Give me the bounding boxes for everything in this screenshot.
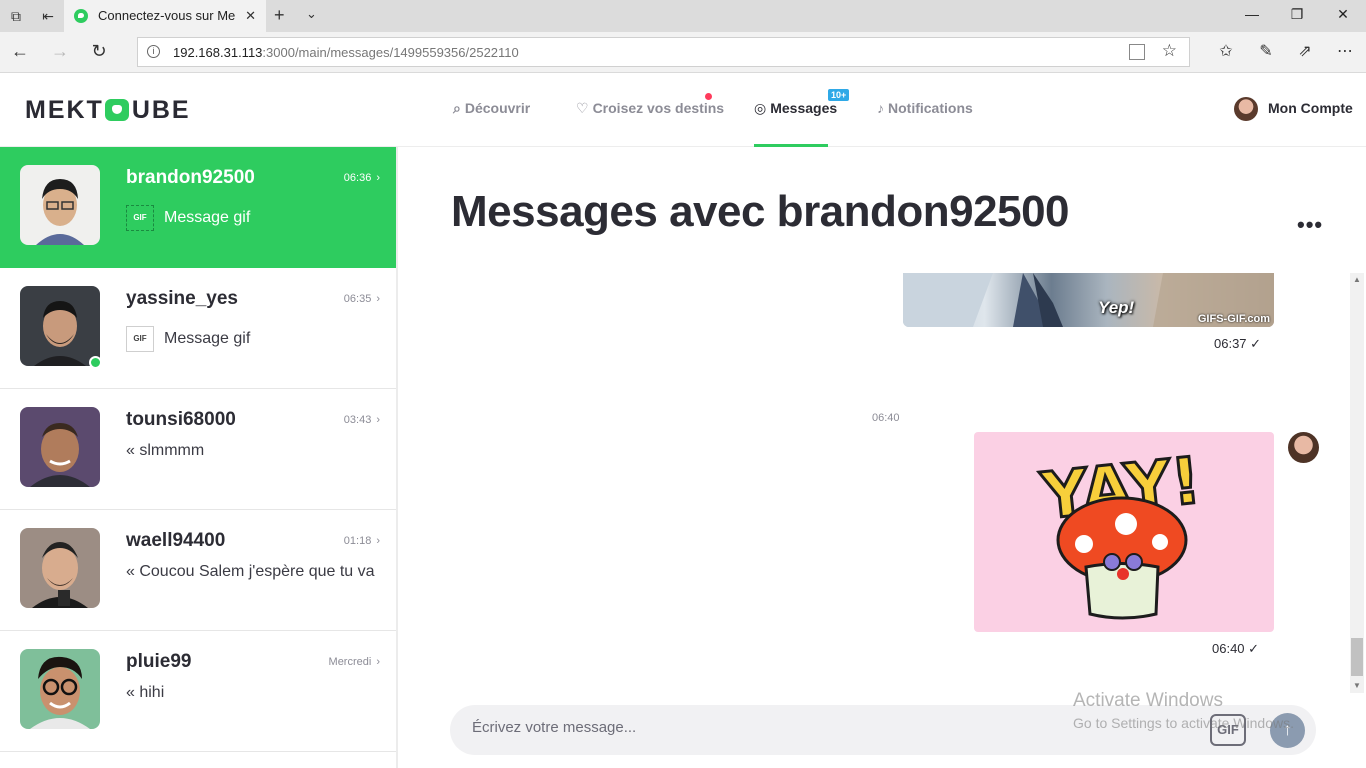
gif-watermark: GIFS-GIF.com: [1197, 313, 1270, 325]
scroll-down-icon[interactable]: ▼: [1350, 679, 1364, 693]
nav-croisez-vos-destins[interactable]: ♡ Croisez vos destins: [576, 100, 724, 117]
conversation-preview: « Coucou Salem j'espère que tu va: [126, 563, 375, 580]
bell-icon: ♪: [877, 100, 884, 116]
conversation-name: tounsi68000: [126, 409, 236, 430]
account-menu[interactable]: Mon Compte: [1268, 100, 1353, 116]
site-favicon-icon: [74, 9, 88, 23]
chevron-right-icon: ›: [376, 535, 380, 547]
close-tab-icon[interactable]: ✕: [245, 8, 256, 24]
url-field[interactable]: i 192.168.31.113:3000/main/messages/1499…: [137, 37, 1190, 67]
watermark-title: Activate Windows: [1073, 690, 1223, 711]
tab-manager-icon[interactable]: ⧉: [6, 6, 26, 26]
avatar[interactable]: [20, 165, 100, 245]
sender-avatar[interactable]: [1288, 432, 1319, 463]
time-separator: 06:40: [872, 412, 900, 424]
conversation-item[interactable]: tounsi68000 03:43 › « slmmmm: [0, 389, 396, 510]
conversation-time: 01:18 ›: [343, 535, 380, 547]
tabs-aside-icon[interactable]: ⇤: [38, 6, 58, 26]
conversation-time: Mercredi ›: [328, 656, 380, 668]
chat-icon: ◎: [754, 100, 767, 116]
account-avatar[interactable]: [1234, 97, 1258, 121]
chat-scrollbar[interactable]: ▲ ▼: [1350, 273, 1364, 693]
browser-tab[interactable]: Connectez-vous sur Me ✕: [64, 0, 266, 32]
favorite-star-icon[interactable]: ☆: [1162, 41, 1177, 61]
site-info-icon[interactable]: i: [147, 45, 160, 58]
scroll-thumb[interactable]: [1351, 638, 1363, 676]
search-icon: ⌕: [453, 100, 461, 116]
conversation-time: 06:35 ›: [343, 293, 380, 305]
message-input[interactable]: [472, 719, 1172, 736]
share-icon[interactable]: ⇗: [1295, 41, 1315, 61]
conversation-preview: « slmmmm: [126, 442, 205, 459]
conversation-preview: « hihi: [126, 684, 165, 701]
url-text[interactable]: 192.168.31.113:3000/main/messages/149955…: [173, 45, 519, 60]
window-close-icon[interactable]: ✕: [1333, 6, 1353, 23]
conversation-preview: GIF Message gif: [126, 326, 382, 352]
gif-icon: GIF: [126, 205, 154, 231]
refresh-icon[interactable]: ↻: [89, 41, 109, 62]
pen-icon[interactable]: ✎: [1256, 41, 1276, 61]
gif-icon: GIF: [126, 326, 154, 352]
conversation-item[interactable]: brandon92500 06:36 › GIF Message gif: [0, 147, 396, 268]
watermark-subtitle: Go to Settings to activate Windows.: [1073, 715, 1294, 731]
conversation-list: brandon92500 06:36 › GIF Message gif yassi…: [0, 147, 398, 768]
conversation-time: 03:43 ›: [343, 414, 380, 426]
nav-messages[interactable]: ◎ Messages: [754, 100, 837, 117]
forward-icon[interactable]: →: [50, 41, 70, 62]
gif-message[interactable]: Yep! GIFS-GIF.com: [903, 273, 1274, 327]
page-title: Messages avec brandon92500: [451, 187, 1070, 236]
online-status-dot: [89, 356, 102, 369]
minimize-icon[interactable]: —: [1242, 6, 1262, 22]
more-menu-icon[interactable]: ⋯: [1335, 41, 1355, 61]
nav-decouvrir[interactable]: ⌕ Découvrir: [453, 100, 530, 117]
app-header: MEKT UBE ⌕ Découvrir ♡ Croisez vos destins …: [0, 73, 1366, 147]
tab-list-chevron-icon[interactable]: ⌄: [306, 6, 317, 22]
conversation-name: yassine_yes: [126, 288, 238, 309]
conversation-name: waell94400: [126, 530, 226, 551]
avatar[interactable]: [20, 528, 100, 608]
messages-count-badge: 10+: [828, 89, 850, 101]
favorites-list-icon[interactable]: ✩: [1216, 41, 1236, 61]
conversation-item[interactable]: pluie99 Mercredi › « hihi: [0, 631, 396, 752]
new-tab-icon[interactable]: +: [274, 5, 285, 26]
avatar[interactable]: [20, 407, 100, 487]
message-time: 06:40 ✓: [1212, 641, 1260, 656]
chat-panel: Messages avec brandon92500 ••• Yep! GIFS…: [400, 147, 1366, 768]
chevron-right-icon: ›: [376, 414, 380, 426]
browser-address-bar: ← → ↻ i 192.168.31.113:3000/main/message…: [0, 32, 1366, 73]
chevron-right-icon: ›: [376, 293, 380, 305]
mektoube-logo[interactable]: MEKT UBE: [25, 96, 191, 125]
nav-notifications[interactable]: ♪ Notifications: [877, 100, 973, 116]
conversation-item[interactable]: yassine_yes 06:35 › GIF Message gif: [0, 268, 396, 389]
conversation-item[interactable]: waell94400 01:18 › « Coucou Salem j'espèr…: [0, 510, 396, 631]
tab-title: Connectez-vous sur Me: [98, 8, 236, 23]
chevron-right-icon: ›: [376, 656, 380, 668]
logo-heart-icon: [104, 99, 129, 121]
avatar[interactable]: [20, 649, 100, 729]
back-icon[interactable]: ←: [10, 41, 30, 62]
gif-caption: Yep!: [1098, 298, 1135, 317]
reading-view-icon[interactable]: [1129, 44, 1145, 60]
scroll-up-icon[interactable]: ▲: [1350, 273, 1364, 287]
browser-tab-bar: ⧉ ⇤ Connectez-vous sur Me ✕ + ⌄ — ❐ ✕: [0, 0, 1366, 32]
message-time: 06:37 ✓: [1214, 336, 1262, 351]
chevron-right-icon: ›: [376, 172, 380, 184]
new-activity-dot: [705, 93, 712, 100]
windows-activation-watermark: Activate Windows Go to Settings to activ…: [1073, 690, 1294, 731]
gif-message[interactable]: YAY!: [974, 432, 1274, 632]
crossed-hearts-icon: ♡: [576, 100, 589, 116]
more-options-icon[interactable]: •••: [1297, 212, 1323, 238]
restore-icon[interactable]: ❐: [1287, 6, 1307, 23]
conversation-preview: GIF Message gif: [126, 205, 382, 231]
conversation-name: brandon92500: [126, 167, 255, 188]
avatar[interactable]: [20, 286, 100, 366]
conversation-name: pluie99: [126, 651, 192, 672]
conversation-time: 06:36 ›: [343, 172, 380, 184]
